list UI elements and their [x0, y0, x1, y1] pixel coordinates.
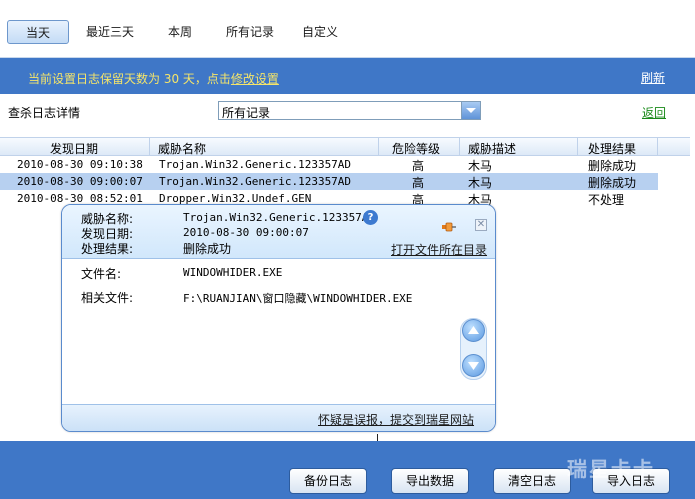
- row-result: 删除成功: [588, 159, 637, 173]
- column-divider[interactable]: [657, 138, 658, 156]
- chevron-up-icon: [468, 326, 479, 334]
- retention-info-bar: 当前设置日志保留天数为 30 天，点击修改设置 刷新: [0, 58, 695, 94]
- scroll-up-button[interactable]: [462, 319, 485, 342]
- modify-settings-link[interactable]: 修改设置: [231, 72, 279, 86]
- file-name-label: 文件名:: [81, 267, 122, 281]
- table-header: 发现日期 威胁名称 危险等级 威胁描述 处理结果: [0, 137, 690, 156]
- header-date[interactable]: 发现日期: [50, 140, 98, 157]
- header-description[interactable]: 威胁描述: [468, 140, 516, 157]
- report-false-positive-link[interactable]: 怀疑是误报，提交到瑞星网站: [318, 411, 474, 428]
- tab-last-three-days[interactable]: 最近三天: [78, 20, 142, 44]
- threat-detail-popup: 威胁名称: Trojan.Win32.Generic.123357AD ? 发现…: [61, 204, 496, 432]
- range-tab-bar: 当天 最近三天 本周 所有记录 自定义: [0, 0, 695, 58]
- row-description: 木马: [468, 176, 493, 190]
- row-threat-name: Trojan.Win32.Generic.123357AD: [159, 175, 352, 188]
- row-level: 高: [412, 176, 425, 190]
- row-threat-name: Trojan.Win32.Generic.123357AD: [159, 158, 352, 171]
- detail-title: 查杀日志详情: [8, 106, 81, 120]
- column-divider[interactable]: [459, 138, 460, 156]
- divider-mark: [377, 434, 378, 441]
- file-name-value: WINDOWHIDER.EXE: [183, 266, 283, 279]
- watermark: 瑞星卡卡: [567, 457, 655, 481]
- header-threat-name[interactable]: 威胁名称: [158, 140, 206, 157]
- popup-header: 威胁名称: Trojan.Win32.Generic.123357AD ? 发现…: [62, 205, 495, 259]
- row-date: 2010-08-30 09:10:38: [17, 158, 143, 171]
- scroll-down-button[interactable]: [462, 354, 485, 377]
- header-level[interactable]: 危险等级: [392, 140, 440, 157]
- table-row[interactable]: 2010-08-30 09:10:38 Trojan.Win32.Generic…: [0, 156, 658, 173]
- row-result: 删除成功: [588, 176, 637, 190]
- row-level: 高: [412, 159, 425, 173]
- header-result[interactable]: 处理结果: [588, 140, 636, 157]
- retention-prefix: 当前设置日志保留天数为 30 天，点击: [28, 72, 231, 86]
- retention-text: 当前设置日志保留天数为 30 天，点击修改设置: [28, 70, 279, 87]
- tab-today[interactable]: 当天: [7, 20, 69, 44]
- column-divider[interactable]: [378, 138, 379, 156]
- tab-all-records[interactable]: 所有记录: [218, 20, 282, 44]
- table-row[interactable]: 2010-08-30 09:00:07 Trojan.Win32.Generic…: [0, 173, 658, 190]
- back-link[interactable]: 返回: [642, 104, 666, 121]
- result-label: 处理结果:: [81, 242, 134, 256]
- column-divider[interactable]: [149, 138, 150, 156]
- row-result: 不处理: [588, 193, 625, 207]
- close-icon[interactable]: ✕: [475, 219, 487, 231]
- refresh-link[interactable]: 刷新: [641, 69, 665, 86]
- row-date: 2010-08-30 09:00:07: [17, 175, 143, 188]
- clear-log-button[interactable]: 清空日志: [493, 468, 571, 494]
- column-divider[interactable]: [577, 138, 578, 156]
- row-description: 木马: [468, 159, 493, 173]
- record-filter-value: 所有记录: [222, 106, 271, 120]
- backup-log-button[interactable]: 备份日志: [289, 468, 367, 494]
- chevron-down-icon[interactable]: [461, 102, 480, 119]
- related-files-label: 相关文件:: [81, 291, 134, 305]
- export-data-button[interactable]: 导出数据: [391, 468, 469, 494]
- chevron-down-icon: [468, 362, 479, 370]
- tab-custom[interactable]: 自定义: [296, 20, 344, 44]
- related-files-value: F:\RUANJIAN\窗口隐藏\WINDOWHIDER.EXE: [183, 292, 413, 305]
- result-value: 删除成功: [183, 242, 232, 256]
- tab-this-week[interactable]: 本周: [156, 20, 204, 44]
- help-icon[interactable]: ?: [363, 210, 378, 225]
- record-filter-select[interactable]: 所有记录: [218, 101, 481, 120]
- open-file-location-link[interactable]: 打开文件所在目录: [391, 241, 487, 258]
- found-date-value: 2010-08-30 09:00:07: [183, 226, 309, 239]
- pin-icon[interactable]: [442, 221, 456, 232]
- popup-footer: 怀疑是误报，提交到瑞星网站: [62, 404, 495, 431]
- bottom-action-bar: 备份日志 导出数据 清空日志 导入日志 瑞星卡卡: [0, 441, 695, 499]
- threat-name-value: Trojan.Win32.Generic.123357AD: [183, 211, 376, 224]
